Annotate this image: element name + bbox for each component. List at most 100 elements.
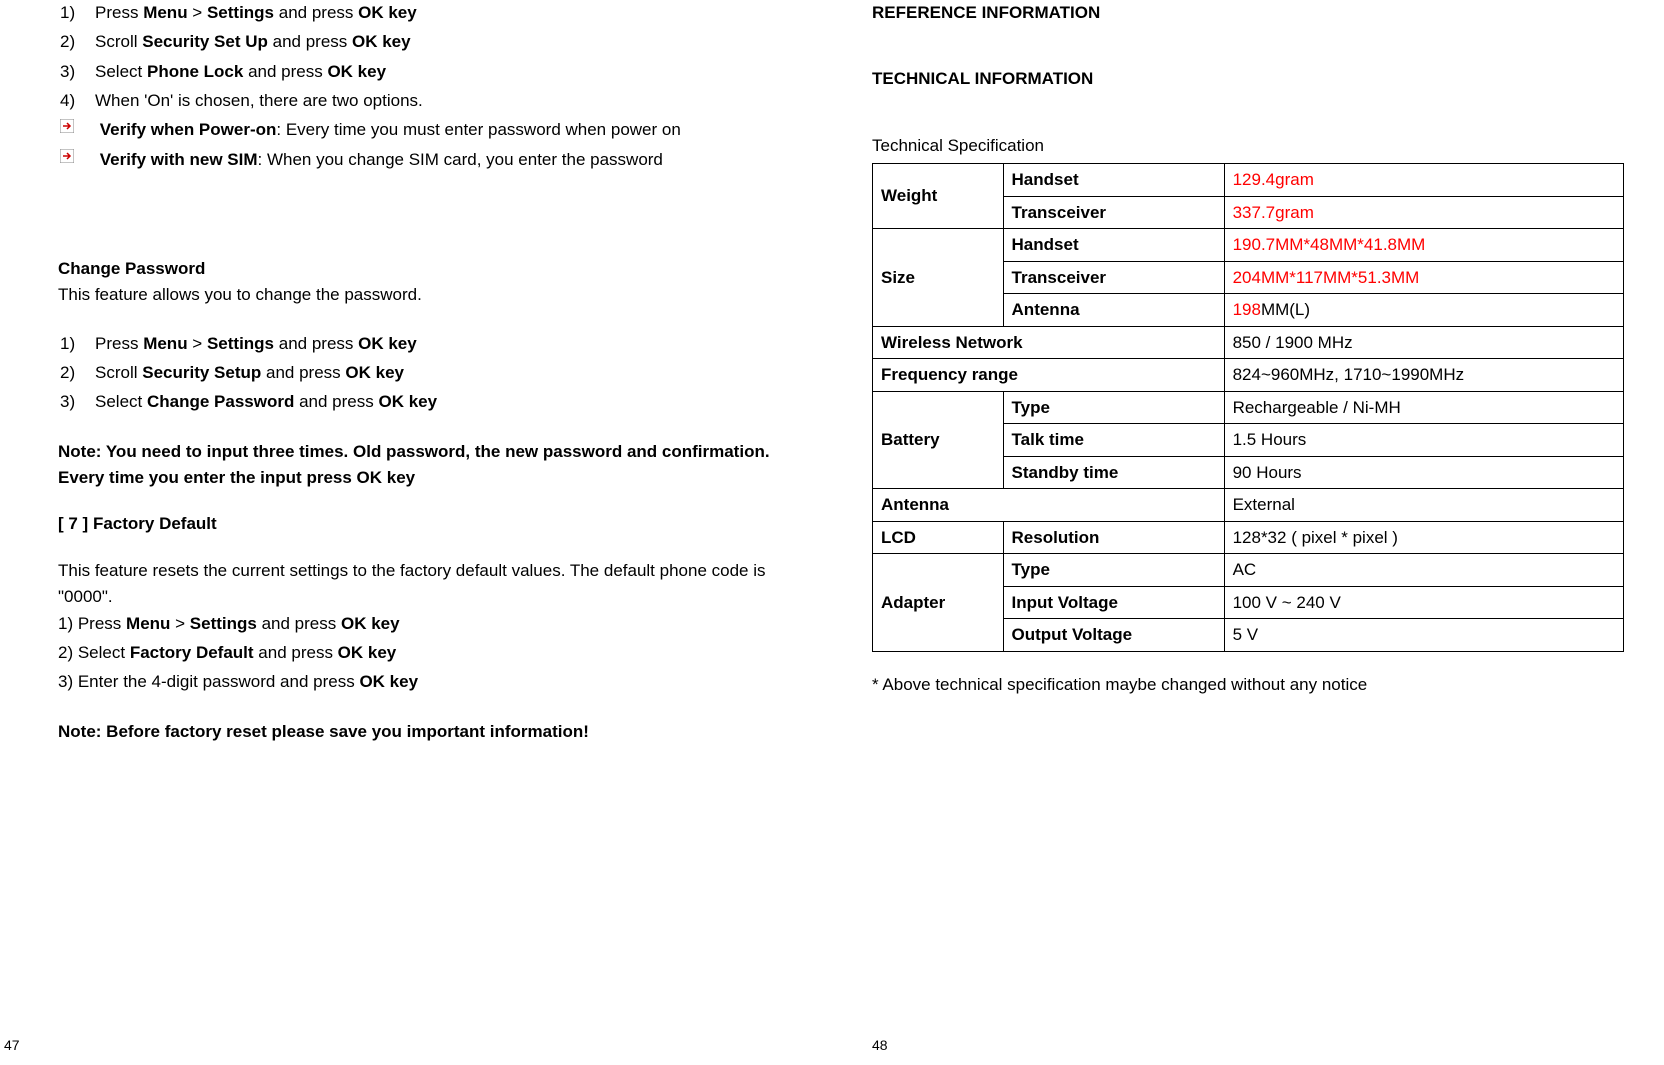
bold: Factory Default xyxy=(130,643,254,662)
table-row: Frequency range 824~960MHz, 1710~1990MHz xyxy=(873,359,1624,392)
text: Select xyxy=(95,62,147,81)
cell: Transceiver xyxy=(1003,196,1224,229)
note-factory: Note: Before factory reset please save y… xyxy=(58,722,589,741)
text: and press xyxy=(294,392,378,411)
technical-info-heading: TECHNICAL INFORMATION xyxy=(872,66,1624,92)
bold: Settings xyxy=(207,3,274,22)
cell: Frequency range xyxy=(873,359,1225,392)
cell: 204MM*117MM*51.3MM xyxy=(1224,261,1623,294)
list-item: 1) Press Menu > Settings and press OK ke… xyxy=(58,611,792,637)
bold: OK key xyxy=(358,334,417,353)
cell-size-label: Size xyxy=(873,229,1004,327)
text: and press xyxy=(274,3,358,22)
bold: Settings xyxy=(190,614,257,633)
list-item: Verify when Power-on: Every time you mus… xyxy=(95,117,792,143)
arrow-list: Verify when Power-on: Every time you mus… xyxy=(40,117,792,173)
text: 3) Enter the 4-digit password and press xyxy=(58,672,359,691)
arrow-right-icon xyxy=(60,149,74,163)
steps-list-a: 1) Press Menu > Settings and press OK ke… xyxy=(40,0,792,114)
text: and press xyxy=(261,363,345,382)
page-left: 1) Press Menu > Settings and press OK ke… xyxy=(0,0,832,1065)
bold: OK key xyxy=(345,363,404,382)
list-item: 4) When 'On' is chosen, there are two op… xyxy=(95,88,792,114)
table-row: Antenna External xyxy=(873,489,1624,522)
table-row: Battery Type Rechargeable / Ni-MH xyxy=(873,391,1624,424)
bold: OK key xyxy=(358,3,417,22)
cell: 5 V xyxy=(1224,619,1623,652)
text: and press xyxy=(274,334,358,353)
table-row: LCD Resolution 128*32 ( pixel * pixel ) xyxy=(873,521,1624,554)
spacer xyxy=(872,113,1624,133)
cell: Type xyxy=(1003,391,1224,424)
cell-lcd-label: LCD xyxy=(873,521,1004,554)
cell: Transceiver xyxy=(1003,261,1224,294)
text: : Every time you must enter password whe… xyxy=(276,120,680,139)
bold: Menu xyxy=(126,614,170,633)
list-item: 3) Select Change Password and press OK k… xyxy=(95,389,792,415)
bold: Verify when Power-on xyxy=(100,120,277,139)
cell: Antenna xyxy=(873,489,1225,522)
list-item: 1) Press Menu > Settings and press OK ke… xyxy=(95,0,792,26)
red-text: 337.7gram xyxy=(1233,203,1314,222)
section-desc: This feature allows you to change the pa… xyxy=(58,282,792,308)
cell: 90 Hours xyxy=(1224,456,1623,489)
list-num: 2) xyxy=(60,29,75,55)
page-number: 47 xyxy=(4,1035,20,1057)
spacer xyxy=(40,491,792,511)
spacer xyxy=(40,176,792,256)
bold: Change Password xyxy=(147,392,294,411)
spacer xyxy=(40,419,792,439)
note-password: Note: You need to input three times. Old… xyxy=(58,442,770,487)
text: : When you change SIM card, you enter th… xyxy=(258,150,663,169)
cell: 198MM(L) xyxy=(1224,294,1623,327)
cell: 128*32 ( pixel * pixel ) xyxy=(1224,521,1623,554)
factory-desc: This feature resets the current settings… xyxy=(40,558,792,611)
cell: 129.4gram xyxy=(1224,164,1623,197)
cell: 824~960MHz, 1710~1990MHz xyxy=(1224,359,1623,392)
cell-battery-label: Battery xyxy=(873,391,1004,489)
cell: 100 V ~ 240 V xyxy=(1224,586,1623,619)
list-item: 2) Scroll Security Set Up and press OK k… xyxy=(95,29,792,55)
cell: 190.7MM*48MM*41.8MM xyxy=(1224,229,1623,262)
factory-title: [ 7 ] Factory Default xyxy=(58,514,217,533)
text: MM(L) xyxy=(1261,300,1310,319)
cell: Wireless Network xyxy=(873,326,1225,359)
list-item: 3) Select Phone Lock and press OK key xyxy=(95,59,792,85)
spec-table: Weight Handset 129.4gram Transceiver 337… xyxy=(872,163,1624,652)
bold: Security Set Up xyxy=(142,32,268,51)
bold: Menu xyxy=(143,3,187,22)
list-num: 1) xyxy=(60,331,75,357)
red-text: 129.4gram xyxy=(1233,170,1314,189)
cell: Antenna xyxy=(1003,294,1224,327)
list-num: 3) xyxy=(60,59,75,85)
bold: OK key xyxy=(352,32,411,51)
cell: Type xyxy=(1003,554,1224,587)
bold: Menu xyxy=(143,334,187,353)
page-right: REFERENCE INFORMATION TECHNICAL INFORMAT… xyxy=(832,0,1664,1065)
cell-adapter-label: Adapter xyxy=(873,554,1004,652)
steps-list-c: 1) Press Menu > Settings and press OK ke… xyxy=(40,611,792,696)
bold: Verify with new SIM xyxy=(100,150,258,169)
cell: 1.5 Hours xyxy=(1224,424,1623,457)
cell: External xyxy=(1224,489,1623,522)
text: > xyxy=(188,334,207,353)
text: > xyxy=(188,3,207,22)
cell-weight-label: Weight xyxy=(873,164,1004,229)
bold: OK key xyxy=(338,643,397,662)
change-password-section: Change Password This feature allows you … xyxy=(40,256,792,309)
cell: Talk time xyxy=(1003,424,1224,457)
spacer xyxy=(40,699,792,719)
text: and press xyxy=(254,643,338,662)
list-num: 1) xyxy=(60,0,75,26)
cell: 850 / 1900 MHz xyxy=(1224,326,1623,359)
cell: Standby time xyxy=(1003,456,1224,489)
table-row: Wireless Network 850 / 1900 MHz xyxy=(873,326,1624,359)
list-item: 3) Enter the 4-digit password and press … xyxy=(58,669,792,695)
red-text: 190.7MM*48MM*41.8MM xyxy=(1233,235,1426,254)
text: and press xyxy=(257,614,341,633)
red-text: 204MM*117MM*51.3MM xyxy=(1233,268,1420,287)
spacer xyxy=(872,46,1624,66)
text: > xyxy=(170,614,189,633)
table-row: Weight Handset 129.4gram xyxy=(873,164,1624,197)
text: Select xyxy=(95,392,147,411)
